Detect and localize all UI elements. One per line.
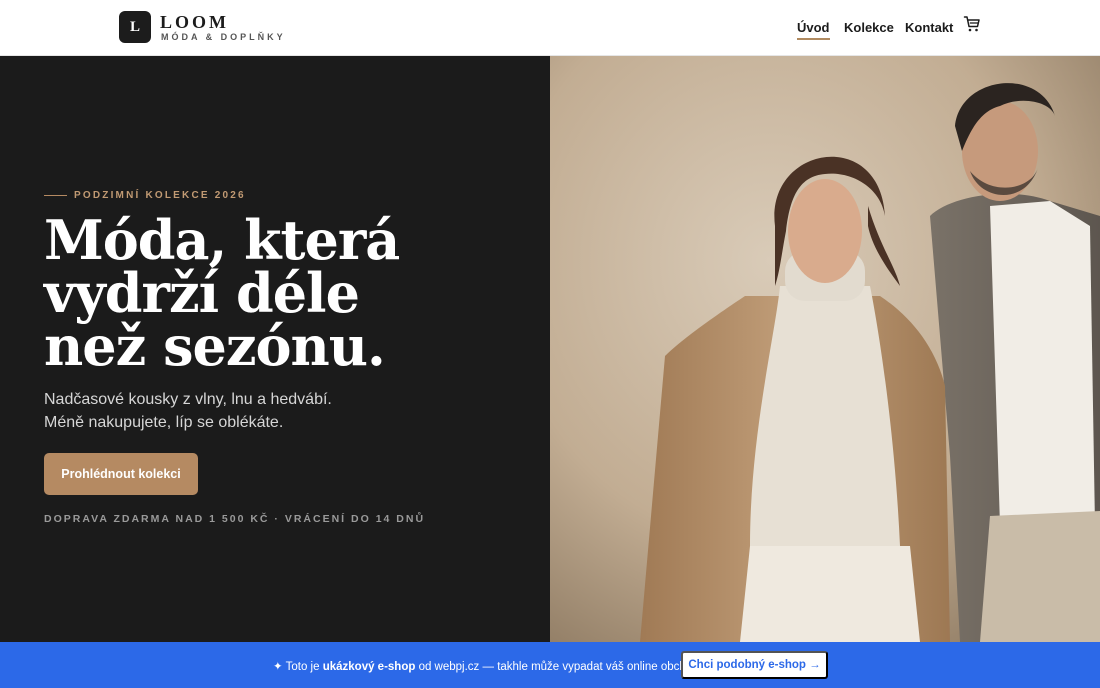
- nav-link-kontakt[interactable]: Kontakt: [905, 20, 953, 35]
- eyebrow-divider: [44, 195, 67, 196]
- banner-highlight: ukázkový e-shop: [322, 661, 416, 673]
- headline-line: než sezónu.: [44, 314, 386, 378]
- demo-banner-text: ✦ Toto je ukázkový e-shop od webpj.cz — …: [273, 659, 702, 673]
- logo-mark[interactable]: L: [119, 11, 151, 43]
- shipping-note: DOPRAVA ZDARMA NAD 1 500 KČ · VRÁCENÍ DO…: [44, 513, 426, 525]
- browse-collection-button[interactable]: Prohlédnout kolekci: [44, 453, 198, 495]
- brand-name[interactable]: LOOM: [160, 12, 229, 33]
- hero-photo: [550, 56, 1100, 642]
- demo-banner: ✦ Toto je ukázkový e-shop od webpj.cz — …: [0, 642, 1100, 688]
- nav-link-kolekce[interactable]: Kolekce: [844, 20, 894, 35]
- site-header: L LOOM MÓDA & DOPLŇKY Úvod Kolekce Konta…: [0, 0, 1100, 56]
- nav-link-uvod[interactable]: Úvod: [797, 20, 830, 40]
- hero-headline: Móda, která vydrží déle než sezónu.: [44, 208, 464, 378]
- hero-eyebrow: PODZIMNÍ KOLEKCE 2026: [74, 190, 246, 201]
- hero-subcopy: Nadčasové kousky z vlny, lnu a hedvábí. …: [44, 388, 464, 434]
- banner-suffix: od webpj.cz — takhle může vypadat váš on…: [415, 661, 702, 673]
- subcopy-line: Nadčasové kousky z vlny, lnu a hedvábí.: [44, 391, 332, 408]
- cart-icon[interactable]: [963, 15, 981, 33]
- similar-eshop-button[interactable]: Chci podobný e-shop →: [681, 651, 828, 679]
- banner-prefix: ✦ Toto je: [273, 661, 323, 673]
- subcopy-line: Méně nakupujete, líp se oblékáte.: [44, 414, 284, 431]
- models-photo: [550, 56, 1100, 642]
- headline-line: vydrží déle: [44, 261, 360, 325]
- headline-line: Móda, která: [44, 208, 400, 272]
- brand-tagline: MÓDA & DOPLŇKY: [161, 32, 286, 42]
